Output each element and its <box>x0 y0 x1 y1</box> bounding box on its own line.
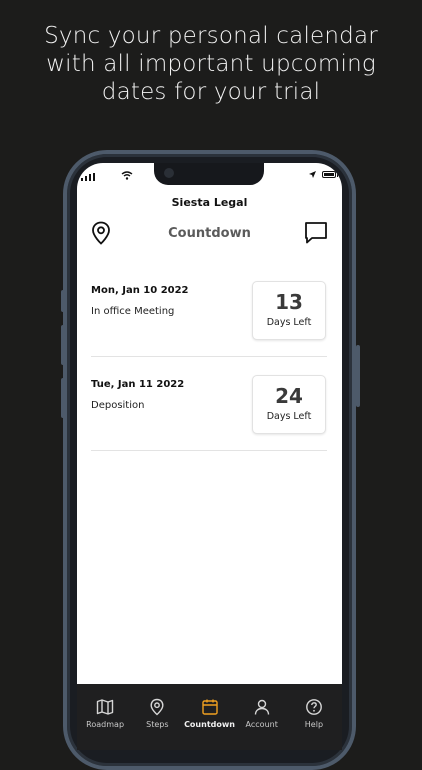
tab-label: Roadmap <box>86 720 125 729</box>
app-screen: Siesta Legal Countdown Mon, Jan 10 2022 … <box>77 163 342 750</box>
location-pin-icon <box>150 698 164 716</box>
tab-steps[interactable]: Steps <box>131 684 183 750</box>
divider <box>91 356 327 357</box>
signal-icon <box>81 173 95 181</box>
headline-line-2: with all important upcoming <box>46 51 376 77</box>
days-left-count: 13 <box>275 290 303 314</box>
tab-label: Countdown <box>184 720 235 729</box>
bottom-tab-bar: Roadmap Steps Countdown Account Help <box>77 684 342 750</box>
days-left-badge: 13 Days Left <box>252 281 326 340</box>
days-left-badge: 24 Days Left <box>252 375 326 434</box>
phone-volume-up <box>61 325 65 365</box>
phone-power-button <box>356 345 360 407</box>
map-icon <box>96 699 114 715</box>
tab-help[interactable]: Help <box>288 684 340 750</box>
days-left-count: 24 <box>275 384 303 408</box>
phone-notch <box>154 163 264 185</box>
location-arrow-icon <box>309 171 316 178</box>
tab-label: Steps <box>146 720 169 729</box>
days-left-label: Days Left <box>266 411 312 422</box>
phone-side-button <box>61 290 65 312</box>
tab-account[interactable]: Account <box>236 684 288 750</box>
headline-line-1: Sync your personal calendar <box>44 23 378 49</box>
page-title: Countdown <box>168 226 251 241</box>
tab-roadmap[interactable]: Roadmap <box>79 684 131 750</box>
front-camera <box>164 168 174 178</box>
marketing-headline: Sync your personal calendar with all imp… <box>0 22 422 106</box>
phone-volume-down <box>61 378 65 418</box>
tab-label: Account <box>245 720 278 729</box>
help-circle-icon <box>306 699 322 715</box>
user-icon <box>254 699 269 715</box>
headline-line-3: dates for your trial <box>101 79 321 105</box>
battery-icon <box>322 171 338 178</box>
wifi-icon <box>121 171 133 180</box>
message-icon[interactable] <box>304 221 328 245</box>
divider <box>91 450 327 451</box>
tab-label: Help <box>304 720 324 729</box>
days-left-label: Days Left <box>266 317 312 328</box>
tab-countdown[interactable]: Countdown <box>183 684 235 750</box>
calendar-icon <box>201 699 218 715</box>
app-name: Siesta Legal <box>171 196 248 209</box>
